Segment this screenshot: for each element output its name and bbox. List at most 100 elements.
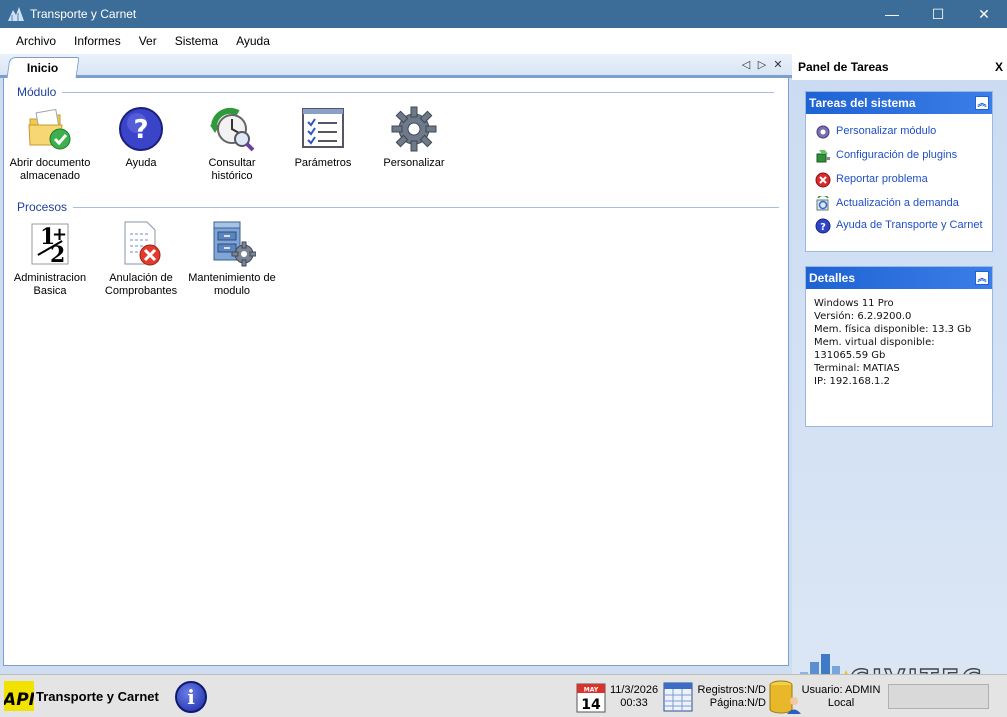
tab-close-button[interactable]: ✕	[772, 58, 784, 71]
status-location: Local	[827, 697, 855, 709]
status-usuario: Usuario: ADMIN	[801, 684, 881, 696]
details-header[interactable]: Detalles ︽	[806, 267, 992, 289]
status-bar: API Transporte y Carnet i MAY 14 11/3/20…	[0, 674, 1007, 717]
group-divider	[62, 91, 775, 93]
minimize-button[interactable]: —	[869, 0, 915, 28]
item-label: Administracion Basica	[13, 272, 87, 297]
document-cancel-icon	[117, 220, 165, 268]
group-label: Procesos	[17, 200, 68, 214]
item-label: Mantenimiento de modulo	[188, 272, 276, 297]
task-label: Reportar problema	[836, 173, 928, 185]
detail-virtual-memory-value: 131065.59 Gb	[814, 350, 886, 361]
calendar-day: 14	[581, 697, 601, 713]
help-icon: ?	[117, 105, 165, 153]
system-tasks-header[interactable]: Tareas del sistema ︽	[806, 92, 992, 114]
tab-prev-button[interactable]: ◁	[740, 58, 752, 71]
info-button[interactable]: i	[175, 681, 207, 713]
checklist-icon	[299, 105, 347, 153]
title-bar: Transporte y Carnet — ☐ ✕	[0, 0, 1007, 28]
svg-text:?: ?	[133, 115, 148, 145]
menu-sistema[interactable]: Sistema	[166, 34, 227, 48]
home-content: Módulo Abrir documento almacenado ? Ayud…	[3, 78, 789, 666]
gear-icon	[390, 105, 438, 153]
item-consultar-historico[interactable]: Consultar histórico	[187, 105, 277, 183]
close-window-button[interactable]: ✕	[961, 0, 1007, 28]
menu-ayuda[interactable]: Ayuda	[227, 34, 279, 48]
item-label: Ayuda	[125, 157, 157, 169]
gear-icon	[815, 124, 831, 140]
task-configuracion-plugins[interactable]: Configuración de plugins	[806, 149, 992, 173]
task-personalizar-modulo[interactable]: Personalizar módulo	[806, 125, 992, 149]
status-time: 00:33	[620, 697, 648, 709]
cabinet-gear-icon	[208, 220, 257, 268]
task-label: Actualización a demanda	[836, 197, 959, 209]
document-area: Inicio ◁ ▷ ✕ Módulo Abrir documento alma…	[0, 54, 792, 674]
item-mantenimiento-modulo[interactable]: Mantenimiento de modulo	[187, 220, 277, 298]
task-panel-body: Tareas del sistema ︽ Personalizar módulo…	[792, 80, 1007, 696]
system-tasks-box: Tareas del sistema ︽ Personalizar módulo…	[805, 91, 993, 252]
item-label: Anulación de Comprobantes	[104, 272, 178, 297]
detail-physical-memory: Mem. física disponible: 13.3 Gb	[814, 324, 972, 335]
menu-ver[interactable]: Ver	[130, 34, 166, 48]
folder-check-icon	[26, 105, 74, 153]
menu-bar: Archivo Informes Ver Sistema Ayuda	[0, 28, 1007, 54]
tab-inicio[interactable]: Inicio	[6, 57, 80, 78]
task-label: Configuración de plugins	[836, 149, 958, 161]
maximize-button[interactable]: ☐	[915, 0, 961, 28]
status-progress-box	[888, 684, 989, 709]
task-actualizacion-demanda[interactable]: Actualización a demanda	[806, 194, 992, 219]
calendar-month: MAY	[584, 687, 599, 694]
group-divider	[73, 206, 780, 208]
calendar-icon: MAY 14	[576, 681, 606, 713]
collapse-icon[interactable]: ︽	[975, 96, 989, 110]
item-label: Parámetros	[294, 157, 352, 169]
tab-label: Inicio	[27, 61, 59, 75]
window-title: Transporte y Carnet	[30, 7, 137, 21]
detail-virtual-memory-label: Mem. virtual disponible:	[814, 337, 935, 348]
tab-next-button[interactable]: ▷	[756, 58, 768, 71]
svg-text:?: ?	[820, 222, 826, 233]
math-icon: 1 + 2	[26, 220, 74, 268]
item-ayuda[interactable]: ? Ayuda	[96, 105, 186, 170]
detail-ip: IP: 192.168.1.2	[814, 376, 890, 387]
item-parametros[interactable]: Parámetros	[278, 105, 368, 170]
detail-terminal: Terminal: MATIAS	[814, 363, 900, 374]
item-personalizar[interactable]: Personalizar	[369, 105, 459, 170]
status-datetime: 11/3/2026 00:33	[607, 684, 661, 710]
detail-os: Windows 11 Pro	[814, 298, 894, 309]
task-panel-header: Panel de Tareas X	[792, 54, 1007, 80]
details-box: Detalles ︽ Windows 11 Pro Versión: 6.2.9…	[805, 266, 993, 427]
system-tasks-title: Tareas del sistema	[809, 96, 916, 110]
task-label: Ayuda de Transporte y Carnet	[836, 219, 983, 231]
task-panel-close-button[interactable]: X	[995, 60, 1003, 74]
group-header-modulo: Módulo	[17, 85, 775, 99]
detail-version: Versión: 6.2.9200.0	[814, 311, 912, 322]
app-logo-icon	[8, 7, 24, 21]
api-logo-text: API	[4, 690, 34, 710]
collapse-icon[interactable]: ︽	[975, 271, 989, 285]
task-panel: Panel de Tareas X Tareas del sistema ︽ P…	[792, 54, 1007, 696]
task-label: Personalizar módulo	[836, 125, 937, 137]
menu-archivo[interactable]: Archivo	[7, 34, 65, 48]
plugin-icon	[815, 148, 831, 164]
group-header-procesos: Procesos	[17, 200, 780, 214]
update-icon	[815, 194, 831, 212]
item-abrir-documento[interactable]: Abrir documento almacenado	[5, 105, 95, 183]
status-app-name: Transporte y Carnet	[36, 689, 159, 704]
status-user: Usuario: ADMIN Local	[801, 684, 881, 710]
status-date: 11/3/2026	[609, 684, 659, 696]
details-text: Windows 11 Pro Versión: 6.2.9200.0 Mem. …	[806, 289, 992, 396]
status-registros: Registros:N/D	[697, 684, 766, 696]
item-administracion-basica[interactable]: 1 + 2 Administracion Basica	[5, 220, 95, 298]
item-label: Abrir documento almacenado	[9, 157, 91, 182]
menu-informes[interactable]: Informes	[65, 34, 130, 48]
item-label: Personalizar	[383, 157, 445, 169]
item-anulacion-comprobantes[interactable]: Anulación de Comprobantes	[96, 220, 186, 298]
info-icon: i	[187, 685, 195, 709]
grid-icon	[663, 681, 693, 713]
task-reportar-problema[interactable]: Reportar problema	[806, 172, 992, 197]
details-title: Detalles	[809, 271, 856, 285]
task-ayuda-transporte[interactable]: ? Ayuda de Transporte y Carnet	[806, 218, 992, 249]
tab-strip: Inicio ◁ ▷ ✕	[0, 54, 792, 78]
api-logo-icon: API	[1, 681, 35, 711]
